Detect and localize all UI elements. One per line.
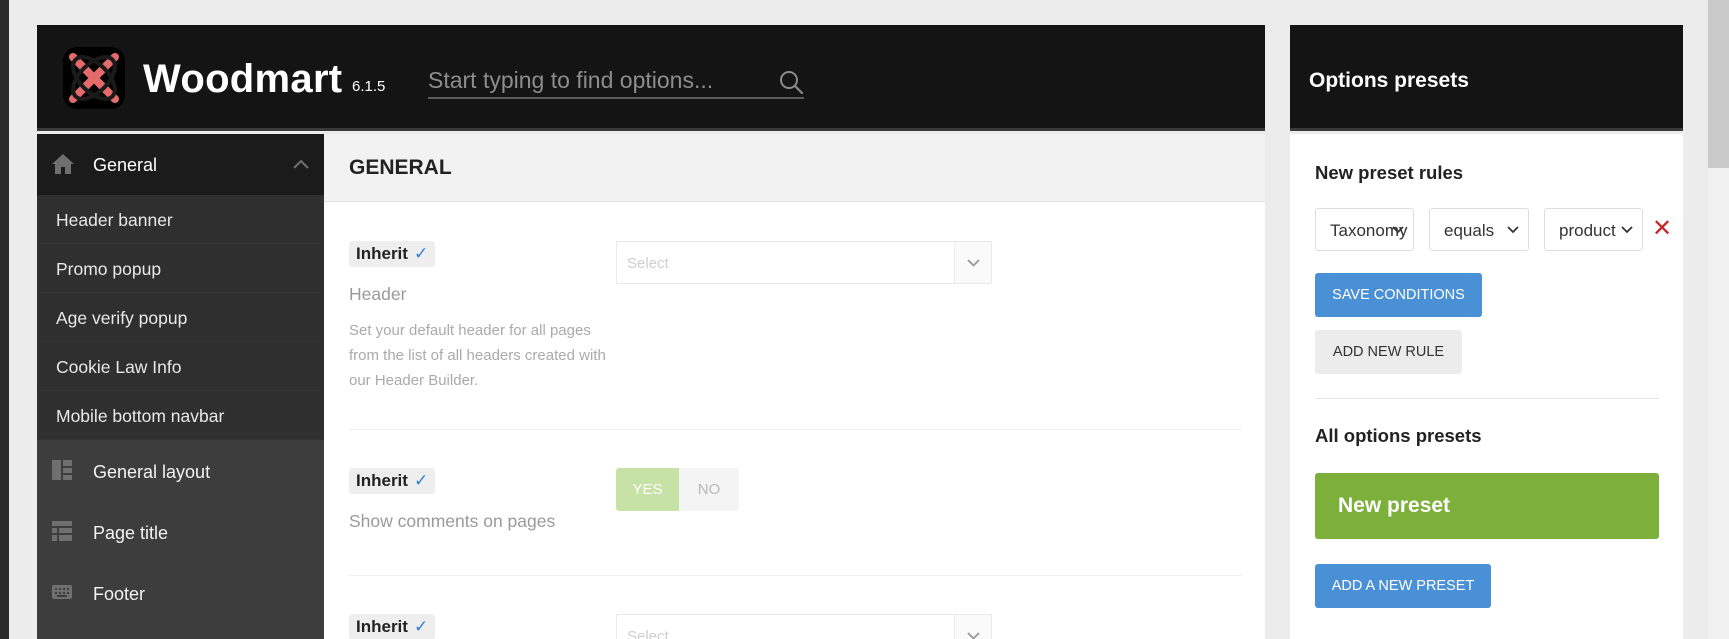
rule-value-select[interactable]: product bbox=[1544, 208, 1643, 251]
layout-icon bbox=[52, 460, 72, 480]
header-select[interactable]: Select bbox=[616, 241, 992, 284]
toggle-yes[interactable]: YES bbox=[616, 468, 679, 511]
presets-header: Options presets bbox=[1290, 25, 1683, 131]
sidebar-item-general-layout[interactable]: General layout bbox=[37, 440, 324, 501]
page-title: GENERAL bbox=[349, 156, 452, 179]
general-subsections: Header banner Promo popup Age verify pop… bbox=[37, 195, 324, 440]
remove-rule-icon[interactable]: ✕ bbox=[1652, 214, 1672, 243]
select-placeholder: Select bbox=[627, 255, 669, 272]
inherit-label: Inherit bbox=[356, 471, 408, 490]
chevron-down-icon bbox=[1507, 226, 1519, 234]
options-sidebar: General Header banner Promo popup Age ve… bbox=[37, 134, 324, 639]
page-title-icon bbox=[52, 521, 72, 541]
brand-name: Woodmart bbox=[143, 57, 343, 101]
option-divider bbox=[349, 429, 1242, 430]
inherit-checkbox[interactable]: Inherit ✓ bbox=[349, 468, 436, 494]
all-presets-heading: All options presets bbox=[1315, 425, 1482, 446]
header-divider bbox=[37, 128, 1265, 131]
options-header: Woodmart 6.1.5 bbox=[37, 25, 1265, 131]
save-conditions-button[interactable]: SAVE CONDITIONS bbox=[1315, 273, 1482, 317]
sidebar-subitem-age-verify-popup[interactable]: Age verify popup bbox=[37, 293, 324, 342]
option-label-show-comments: Show comments on pages bbox=[349, 511, 556, 531]
chevron-down-icon bbox=[1621, 226, 1633, 234]
add-new-rule-button[interactable]: ADD NEW RULE bbox=[1315, 330, 1462, 374]
options-search[interactable] bbox=[428, 63, 804, 99]
search-icon[interactable] bbox=[778, 69, 804, 95]
inherit-label: Inherit bbox=[356, 617, 408, 636]
presets-divider bbox=[1315, 398, 1659, 399]
show-comments-toggle[interactable]: YES NO bbox=[616, 468, 739, 511]
page-scrollbar[interactable] bbox=[1708, 0, 1729, 639]
keyboard-icon bbox=[52, 585, 72, 599]
sidebar-subitem-promo-popup[interactable]: Promo popup bbox=[37, 244, 324, 293]
rule-type-select[interactable]: Taxonomy bbox=[1315, 208, 1414, 251]
option-select[interactable]: Select bbox=[616, 614, 992, 639]
rule-comparison-value: equals bbox=[1444, 221, 1495, 240]
option-label-header: Header bbox=[349, 284, 407, 304]
toggle-no[interactable]: NO bbox=[679, 468, 739, 511]
checkmark-icon: ✓ bbox=[413, 617, 429, 636]
sidebar-item-label: General layout bbox=[93, 462, 211, 482]
presets-title: Options presets bbox=[1309, 69, 1469, 92]
add-new-preset-button[interactable]: ADD A NEW PRESET bbox=[1315, 564, 1491, 608]
scrollbar-thumb[interactable] bbox=[1708, 0, 1729, 168]
checkmark-icon: ✓ bbox=[413, 471, 429, 490]
header-divider bbox=[1290, 128, 1683, 131]
chevron-up-icon bbox=[293, 159, 309, 169]
sidebar-item-general[interactable]: General bbox=[37, 134, 324, 195]
section-header: GENERAL bbox=[324, 134, 1265, 202]
woodmart-logo-icon bbox=[63, 47, 125, 109]
home-icon bbox=[52, 154, 74, 174]
version-label: 6.1.5 bbox=[352, 78, 386, 95]
sidebar-subitem-header-banner[interactable]: Header banner bbox=[37, 195, 324, 244]
presets-panel: New preset rules Taxonomy equals product… bbox=[1290, 134, 1683, 639]
rule-comparison-select[interactable]: equals bbox=[1429, 208, 1529, 251]
option-description: Set your default header for all pages fr… bbox=[349, 322, 606, 389]
chevron-down-icon bbox=[967, 632, 980, 639]
sidebar-item-label: Footer bbox=[93, 584, 146, 604]
option-divider bbox=[349, 575, 1242, 576]
select-placeholder: Select bbox=[627, 628, 669, 639]
sidebar-subitem-mobile-bottom-navbar[interactable]: Mobile bottom navbar bbox=[37, 391, 324, 440]
checkmark-icon: ✓ bbox=[413, 244, 429, 263]
inherit-label: Inherit bbox=[356, 244, 408, 263]
sidebar-subitem-cookie-law-info[interactable]: Cookie Law Info bbox=[37, 342, 324, 391]
sidebar-item-label: General bbox=[93, 155, 158, 175]
select-arrow[interactable] bbox=[954, 242, 991, 283]
inherit-checkbox[interactable]: Inherit ✓ bbox=[349, 614, 436, 639]
select-arrow[interactable] bbox=[954, 615, 991, 639]
new-preset-rules-heading: New preset rules bbox=[1315, 162, 1464, 183]
window-edge bbox=[0, 0, 9, 639]
chevron-down-icon bbox=[1392, 226, 1404, 234]
rule-value-value: product bbox=[1559, 221, 1616, 240]
sidebar-item-page-title[interactable]: Page title bbox=[37, 501, 324, 562]
preset-item[interactable]: New preset bbox=[1315, 473, 1659, 539]
chevron-down-icon bbox=[967, 259, 980, 267]
sidebar-item-label: Page title bbox=[93, 523, 169, 543]
options-content: GENERAL Inherit ✓ Header Set your default… bbox=[324, 134, 1265, 639]
search-input[interactable] bbox=[428, 63, 768, 97]
inherit-checkbox[interactable]: Inherit ✓ bbox=[349, 241, 436, 267]
sidebar-item-footer[interactable]: Footer bbox=[37, 562, 324, 623]
